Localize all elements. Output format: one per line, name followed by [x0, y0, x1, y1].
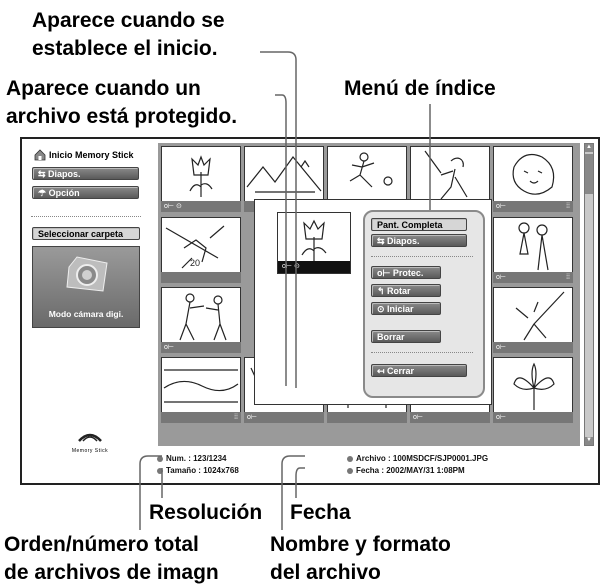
status-size: Tamaño : 1024x768 [157, 466, 239, 475]
thumbnail-caption [327, 412, 407, 423]
menu-slideshow-label: Diapos. [387, 236, 420, 246]
thumbnail-caption: o⊢ [493, 342, 573, 353]
thumbnail-caption: o⊢ [244, 412, 324, 423]
option-icon: ☂ [38, 188, 49, 198]
key-icon: o⊢ [164, 344, 174, 351]
select-folder-button[interactable]: Seleccionar carpeta [32, 227, 140, 240]
callout-filename-2: del archivo [270, 561, 381, 584]
key-icon: o⊢ [496, 414, 506, 421]
scroll-thumb[interactable] [585, 154, 593, 194]
thumbnail-caption [161, 272, 241, 283]
callout-start-set-2: establece el inicio. [32, 37, 218, 60]
full-screen-button[interactable]: Pant. Completa [371, 218, 467, 231]
thumbnail-caption: o⊢ [493, 412, 573, 423]
menu-slideshow-button[interactable]: ⇆ Diapos. [371, 234, 467, 247]
slideshow-button[interactable]: ⇆ Diapos. [32, 167, 139, 180]
key-icon: o⊢ [282, 263, 292, 270]
camera-mode-label: Modo cámara digi. [48, 309, 124, 319]
thumbnail[interactable] [493, 217, 573, 274]
scrollbar[interactable]: ▲ ▼ [584, 143, 594, 446]
callout-order-2: de archivos de imagn [4, 561, 219, 584]
callout-protected-2: archivo está protegido. [6, 105, 238, 128]
option-label: Opción [48, 188, 80, 198]
thumbnail-caption: o⊢ ⊙ [161, 201, 241, 212]
key-icon: o⊢ [247, 414, 257, 421]
close-arrow-icon: ↤ [377, 366, 388, 376]
index-grid-icon: ⁞⁞ [566, 274, 570, 281]
scroll-down-icon[interactable]: ▼ [585, 437, 593, 445]
callout-protected: Aparece cuando un [6, 77, 201, 100]
scroll-up-icon[interactable]: ▲ [585, 144, 593, 152]
key-icon: o⊢ [413, 414, 423, 421]
callout-index-menu: Menú de índice [344, 77, 496, 100]
thumbnail[interactable] [493, 146, 573, 203]
index-menu: Pant. Completa ⇆ Diapos. o⊢ Protec. ↰ Ro… [363, 210, 485, 398]
rotate-icon: ↰ [377, 286, 388, 296]
slideshow-icon: ⇆ [38, 169, 49, 179]
thumbnail[interactable] [493, 287, 573, 344]
slideshow-label: Diapos. [48, 169, 81, 179]
close-button[interactable]: ↤ Cerrar [371, 364, 467, 377]
index-grid-icon: ⁞⁞ [234, 414, 238, 421]
start-marker-icon: ⊙ [293, 263, 300, 270]
key-icon: o⊢ [377, 268, 393, 278]
thumbnail[interactable] [161, 146, 241, 203]
menu-divider [371, 352, 473, 353]
thumbnail-caption: ⁞⁞ [161, 412, 241, 423]
close-label: Cerrar [387, 366, 415, 376]
thumbnail-caption: o⊢ ⁞⁞ [493, 201, 573, 212]
thumbnail[interactable] [161, 287, 241, 344]
callout-resolution: Resolución [149, 501, 263, 524]
slideshow-icon: ⇆ [377, 236, 388, 246]
thumbnail[interactable] [244, 146, 324, 203]
thumbnail[interactable] [493, 357, 573, 414]
status-bar: Num. : 123/1234 Tamaño : 1024x768 Archiv… [157, 451, 581, 481]
option-button[interactable]: ☂ Opción [32, 186, 139, 199]
key-icon: o⊢ [496, 203, 506, 210]
rotate-label: Rotar [387, 286, 411, 296]
protect-button[interactable]: o⊢ Protec. [371, 266, 441, 279]
key-icon: o⊢ [496, 274, 506, 281]
home-label[interactable]: Inicio Memory Stick [49, 149, 134, 161]
start-label: Iniciar [387, 304, 414, 314]
sidebar: Inicio Memory Stick ⇆ Diapos. ☂ Opción S… [25, 142, 153, 454]
thumbnail[interactable] [410, 146, 490, 203]
thumbnail-caption: o⊢ ⁞⁞ [493, 272, 573, 283]
thumbnail[interactable]: 20 [161, 217, 241, 274]
rotate-button[interactable]: ↰ Rotar [371, 284, 441, 297]
thumbnail[interactable] [161, 357, 241, 414]
index-screen: Inicio Memory Stick ⇆ Diapos. ☂ Opción S… [20, 137, 600, 485]
sidebar-divider [31, 216, 141, 217]
status-date: Fecha : 2002/MAY/31 1:08PM [347, 466, 465, 475]
selected-thumbnail: o⊢ ⊙ [277, 212, 351, 274]
start-marker-icon: ⊙ [377, 304, 388, 314]
callout-filename: Nombre y formato [270, 533, 451, 556]
camera-mode-button[interactable]: Modo cámara digi. [32, 246, 140, 328]
callout-date: Fecha [290, 501, 351, 524]
home-icon [34, 148, 46, 161]
protect-label: Protec. [392, 268, 424, 278]
status-file: Archivo : 100MSDCF/SJP0001.JPG [347, 454, 488, 463]
key-icon: o⊢ [164, 203, 174, 210]
thumbnail-caption: o⊢ [410, 412, 490, 423]
status-num: Num. : 123/1234 [157, 454, 226, 463]
thumbnail-grid: o⊢ ⊙ o⊢ ⁞⁞ 20 o⊢ ⁞⁞ o⊢ o⊢ ⁞⁞ o⊢ o⊢ o⊢ o⊢… [158, 143, 580, 446]
thumbnail[interactable] [327, 146, 407, 203]
camera-icon [66, 256, 108, 292]
index-popup: o⊢ ⊙ Pant. Completa ⇆ Diapos. o⊢ Protec.… [254, 199, 492, 405]
memory-stick-logo: Memory Stick [65, 430, 115, 454]
menu-divider [371, 256, 473, 257]
svg-text:20: 20 [190, 258, 200, 268]
start-button[interactable]: ⊙ Iniciar [371, 302, 441, 315]
thumbnail-caption: o⊢ [161, 342, 241, 353]
memory-stick-logo-text: Memory Stick [71, 448, 109, 454]
callout-order: Orden/número total [4, 533, 199, 556]
start-marker-icon: ⊙ [175, 203, 182, 210]
index-grid-icon: ⁞⁞ [566, 203, 570, 210]
callout-start-set: Aparece cuando se [32, 9, 225, 32]
delete-button[interactable]: Borrar [371, 330, 441, 343]
key-icon: o⊢ [496, 344, 506, 351]
